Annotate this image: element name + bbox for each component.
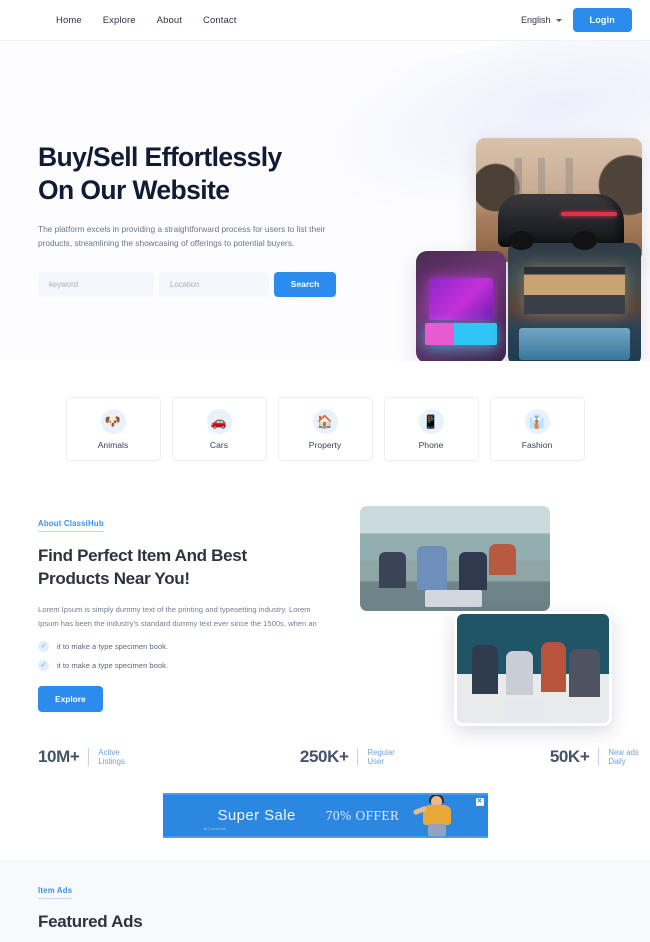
check-icon: ✓ [38,659,49,671]
fashion-icon: 👔 [524,408,550,434]
banner-offer: 70% OFFER [325,807,400,823]
hero-title-line1: Buy/Sell Effortlessly [38,142,282,172]
team-person [489,543,516,576]
category-row: 🐶 Animals 🚗 Cars 🏠 Property 📱 Phone 👔 Fa… [0,397,650,461]
featured-eyebrow: Item Ads [38,886,73,899]
about-bullet-item: ✓ it to make a type specimen book. [38,640,338,652]
nav-link-explore[interactable]: Explore [103,15,136,26]
about-heading-line2: Products Near You! [38,568,190,588]
team-person [458,552,488,590]
stat-new-ads-daily: 50K+ New ads Daily [550,747,650,767]
category-label-fashion: Fashion [521,439,553,450]
dog-icon: 🐶 [100,408,126,434]
stats-row: 10M+ Active Listings 250K+ Regular User … [0,741,650,793]
location-input[interactable] [159,271,269,297]
language-selector[interactable]: English [521,15,562,25]
category-label-cars: Cars [209,439,229,450]
laptop-photo-art [416,251,506,361]
team-smiling-art [457,614,609,723]
check-icon: ✓ [38,640,49,652]
stat-label: New ads Daily [598,747,650,767]
about-heading: Find Perfect Item And Best Products Near… [38,545,338,591]
about-bullet-text: it to make a type specimen book. [57,641,169,651]
stat-number: 50K+ [549,747,590,766]
car-taillight [560,212,618,217]
about-content: About ClassiHub Find Perfect Item And Be… [38,513,338,712]
team-meeting-photo [360,506,550,611]
category-card-fashion[interactable]: 👔 Fashion [489,397,585,461]
car-wheel-rear [572,231,598,250]
about-section: About ClassiHub Find Perfect Item And Be… [0,501,650,741]
navbar-right: English Login [521,8,632,32]
featured-inner: Item Ads Featured Ads All Animals Cars P… [0,880,650,942]
house-photo [508,243,641,361]
stat-active-listings: 10M+ Active Listings [38,747,140,767]
category-card-cars[interactable]: 🚗 Cars [171,397,267,461]
about-heading-line1: Find Perfect Item And Best [38,546,247,565]
stat-label: Regular User [357,747,404,767]
team-meeting-art [360,506,550,611]
language-label: English [520,15,551,25]
phone-icon: 📱 [418,408,444,434]
car-icon: 🚗 [206,408,232,434]
explore-button[interactable]: Explore [38,685,103,712]
stat-label: Active Listings [88,747,140,767]
banner-person-illustration [412,795,455,836]
nav-links: Home Explore About Contact [56,15,236,26]
login-button[interactable]: Login [572,8,632,32]
featured-title: Featured Ads [38,912,143,931]
category-label-phone: Phone [418,439,444,450]
banner-tag: @ClassiHub [203,827,227,831]
hero-title: Buy/Sell Effortlessly On Our Website [38,141,338,208]
featured-ads-section: Item Ads Featured Ads All Animals Cars P… [0,860,650,942]
banner-title: Super Sale [217,807,296,824]
about-bullet-item: ✓ it to make a type specimen book. [38,659,338,671]
category-section: 🐶 Animals 🚗 Cars 🏠 Property 📱 Phone 👔 Fa… [0,361,650,501]
category-label-property: Property [308,439,342,450]
keyword-input[interactable] [38,271,154,297]
navbar: Home Explore About Contact English Login [0,0,650,41]
nav-link-about[interactable]: About [157,15,182,26]
team-person [540,642,567,693]
about-eyebrow: About ClassiHub [38,519,104,532]
promo-banner[interactable]: Super Sale 70% OFFER @ClassiHub ✕ [162,793,488,838]
chevron-down-icon [555,18,562,22]
team-laptop [502,699,546,721]
house-icon: 🏠 [312,408,338,434]
hero-subtitle: The platform excels in providing a strai… [38,223,326,249]
team-laptop [424,590,482,607]
category-card-phone[interactable]: 📱 Phone [383,397,479,461]
page-root: Home Explore About Contact English Login… [0,0,650,942]
about-paragraph: Lorem Ipsum is simply dummy text of the … [38,604,317,629]
hero-image-collage [416,133,642,361]
person-legs [427,824,446,836]
hero-title-line2: On Our Website [38,175,230,206]
stat-regular-user: 250K+ Regular User [300,747,405,767]
house-photo-art [508,243,641,361]
close-icon[interactable]: ✕ [475,798,484,806]
about-bullet-list: ✓ it to make a type specimen book. ✓ it … [38,640,338,671]
hero-content: Buy/Sell Effortlessly On Our Website The… [38,141,338,297]
nav-link-contact[interactable]: Contact [203,15,236,26]
category-card-animals[interactable]: 🐶 Animals [65,397,161,461]
hero-search-bar: Search [38,271,338,297]
hero-section: Buy/Sell Effortlessly On Our Website The… [0,41,650,361]
search-button[interactable]: Search [274,271,336,297]
banner-wrapper: Super Sale 70% OFFER @ClassiHub ✕ [0,793,650,860]
stat-number: 250K+ [299,747,349,766]
team-person [569,648,600,697]
car-wheel-front [509,231,535,250]
about-bullet-text: it to make a type specimen book. [57,660,169,670]
team-smiling-photo [454,611,612,726]
laptop-photo [416,251,506,361]
nav-link-home[interactable]: Home [56,15,82,26]
about-image-group [332,506,632,736]
category-label-animals: Animals [97,439,129,450]
category-card-property[interactable]: 🏠 Property [277,397,373,461]
stat-number: 10M+ [38,747,80,766]
